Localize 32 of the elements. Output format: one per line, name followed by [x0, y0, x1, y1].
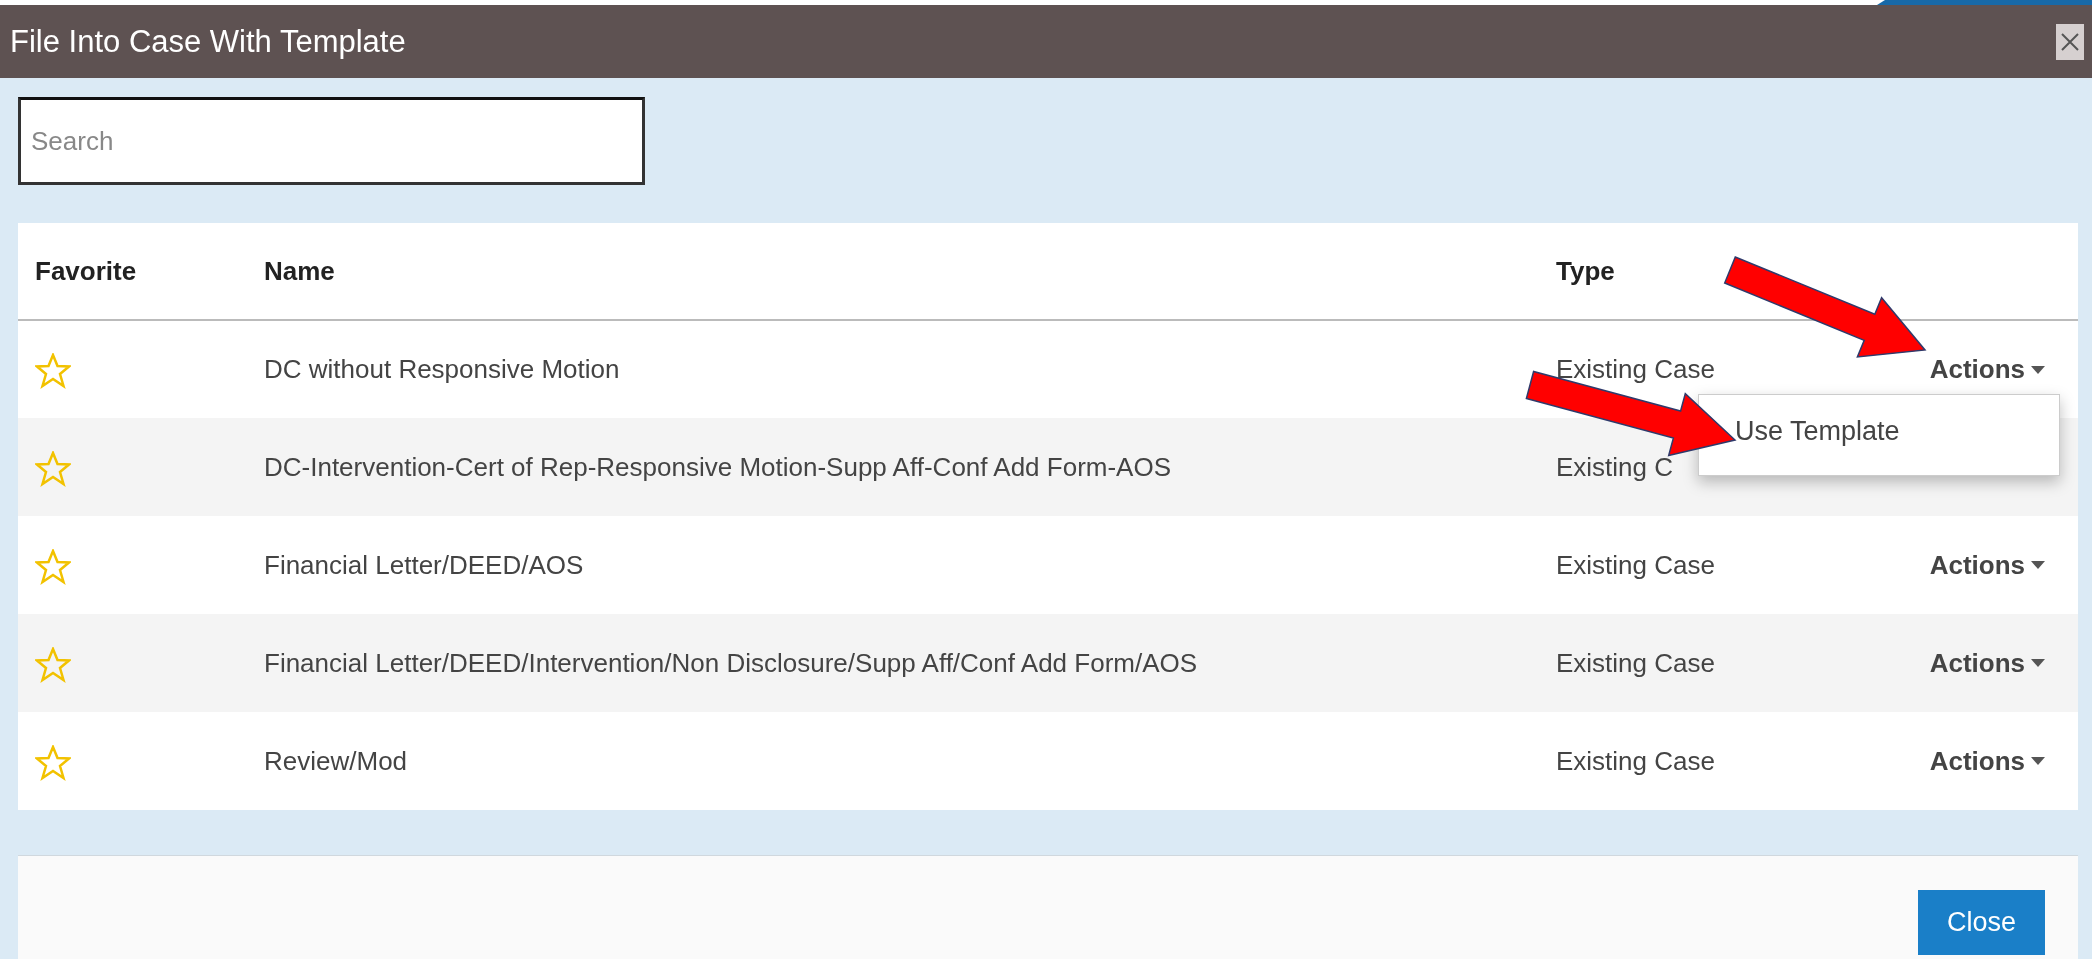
close-button[interactable]: Close — [1918, 890, 2045, 955]
dialog-title: File Into Case With Template — [10, 22, 406, 61]
column-header: Favorite — [35, 255, 137, 286]
close-button[interactable] — [2056, 23, 2084, 60]
caret-icon — [2031, 365, 2045, 374]
case-type: Existing Case — [1556, 647, 1715, 678]
template-name: Financial Letter/DEED/Intervention/Non Disclosure/Supp Aff/Conf Add Form/AOS — [264, 647, 1198, 678]
case-type: Existing Case — [1556, 354, 1715, 384]
template-name: DC-Intervention-Cert of Rep-Responsive Motion-Supp Aff-Conf Add Form-AOS — [264, 451, 1172, 482]
caret-icon — [2031, 659, 2045, 667]
search-field[interactable]: Search — [18, 97, 645, 185]
template-name: Financial Letter/DEED/AOS — [264, 549, 584, 580]
template-name: Review/Mod — [264, 745, 408, 776]
case-type: Existing C — [1556, 451, 1674, 482]
star-icon[interactable] — [35, 744, 71, 781]
star-icon[interactable] — [35, 646, 71, 683]
star-icon[interactable] — [35, 450, 71, 487]
case-type: Existing Case — [1556, 549, 1715, 580]
column-header: Type — [1556, 255, 1615, 286]
menu-item[interactable]: Use Template — [1735, 411, 1900, 452]
star-icon[interactable] — [35, 353, 71, 390]
caret-icon — [2031, 757, 2045, 765]
actions-dropdown[interactable]: Actions — [1929, 741, 2045, 781]
close-icon — [2060, 31, 2080, 52]
actions-dropdown[interactable]: Actions — [1929, 350, 2045, 389]
star-icon[interactable] — [35, 548, 71, 585]
actions-dropdown[interactable]: Actions — [1929, 545, 2045, 585]
template-name: DC without Responsive Motion — [264, 354, 620, 384]
case-type: Existing Case — [1556, 745, 1715, 776]
actions-dropdown[interactable]: Actions — [1929, 643, 2045, 683]
column-header: Name — [264, 255, 335, 286]
caret-icon — [2031, 561, 2045, 569]
